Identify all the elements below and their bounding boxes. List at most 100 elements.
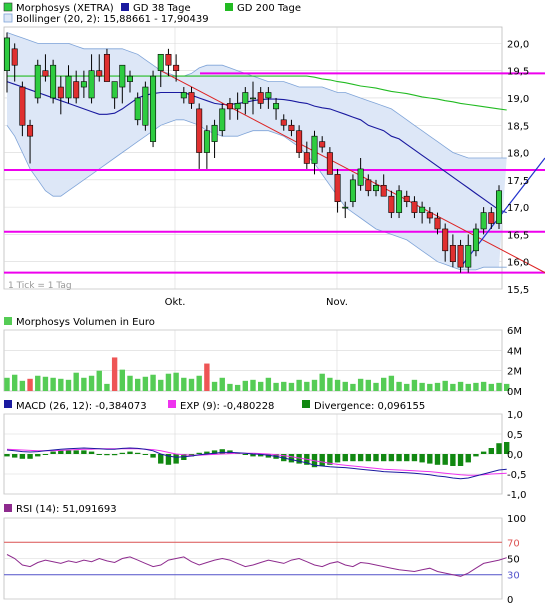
volume-bar [196,375,202,391]
price-y-tick: 16,5 [507,230,529,241]
legend-swatch-gd38 [121,3,129,11]
legend-gd200: GD 200 Tage [237,3,301,14]
divergence-bar [434,454,441,465]
rsi-y-tick: 50 [507,555,520,566]
candle-body [349,179,356,202]
volume-bar [350,383,356,391]
candle-body [19,86,26,126]
macd-y-tick: 1,0 [507,410,523,421]
volume-bar [342,381,348,391]
divergence-bar [35,454,41,457]
volume-title: Morphosys Volumen in Euro [16,317,155,328]
candle-body [57,86,64,99]
candle-body [219,108,226,132]
candle-body [403,195,410,202]
volume-bar [480,381,487,391]
legend-swatch-macd [4,400,12,408]
volume-bar [265,377,272,391]
volume-bar [319,373,325,391]
candle-body [373,184,379,192]
candle-body [226,103,233,110]
candle-body [457,245,464,268]
price-y-tick: 19,5 [507,67,529,78]
candle-body [11,48,18,66]
divergence-bar [496,443,502,454]
divergence-bar [411,454,418,462]
volume-bar [227,383,233,391]
volume-bar [427,383,433,391]
legend-swatch-bollinger [3,13,13,23]
volume-bar [327,377,333,391]
x-label-nov: Nov. [326,297,348,308]
volume-bar [250,379,256,391]
volume-bar [288,382,295,391]
volume-bar [173,372,179,391]
divergence-bar [150,454,156,458]
volume-bar [450,383,456,391]
divergence-bar [88,451,95,454]
volume-bar [419,382,425,391]
candle-body [326,152,333,175]
candle-body [103,53,110,82]
divergence-bar [404,454,410,462]
divergence-bar [50,451,56,454]
candle-body [73,81,80,99]
volume-bar [50,377,56,391]
candle-body [480,212,487,230]
chart-canvas: Morphosys (XETRA) GD 38 Tage GD 200 Tage… [3,2,545,606]
volume-bar [457,381,464,391]
price-y-tick: 20,0 [507,39,529,50]
divergence-bar [373,454,379,462]
candle-body [357,168,364,186]
candle-body [173,64,180,71]
divergence-bar [104,454,110,456]
tick-note: 1 Tick = 1 Tag [8,281,72,291]
volume-bar [473,382,479,391]
candle-body [280,119,287,126]
volume-bar [373,382,379,391]
divergence-bar [350,454,356,462]
price-y-tick: 17,5 [507,176,529,187]
candle-body [188,92,195,104]
candle-body [296,130,303,153]
candle-body [42,70,49,77]
candle-body [134,97,141,121]
macd-legend: MACD (26, 12): -0,384073 [16,401,147,412]
legend-swatch-morphosys [3,2,13,12]
volume-bar [204,363,210,391]
legend-gd38: GD 38 Tage [133,3,191,14]
volume-bar [380,377,387,391]
volume-bar [242,380,249,391]
divergence-bar [19,454,26,459]
volume-bar [434,382,441,391]
candle-body [203,130,210,153]
volume-bar [281,381,287,391]
divergence-bar [11,454,18,458]
volume-bar [19,380,26,391]
candle-body [288,124,295,132]
candle-body [319,141,326,148]
macd-y-tick: -1,0 [507,490,527,501]
volume-bar [357,378,364,391]
volume-bar [35,375,41,391]
price-y-axis: 20,0 19,5 19,0 18,5 18,0 17,5 17,0 16,5 16,0 15,5 [507,39,529,296]
divergence-bar [81,450,87,454]
rsi-y-axis: 100 70 50 30 0 [507,514,526,606]
divergence-bar [388,454,395,462]
divergence-bar [365,454,372,462]
volume-y-tick: 6M [507,326,522,337]
volume-bar [111,357,118,391]
price-y-tick: 17,0 [507,203,529,214]
candle-body [257,92,264,104]
divergence-bar [473,454,479,457]
divergence-bar [196,452,202,454]
volume-bar [296,379,302,391]
candle-body [65,75,72,99]
divergence-bar [96,454,102,455]
candle-body [273,103,280,110]
volume-bar [465,383,471,391]
macd-y-axis: 1,0 0,5 0,0 -0,5 -1,0 [507,410,527,501]
candle-body [157,53,164,71]
price-y-tick: 16,0 [507,258,529,269]
divergence-bar [4,454,10,457]
